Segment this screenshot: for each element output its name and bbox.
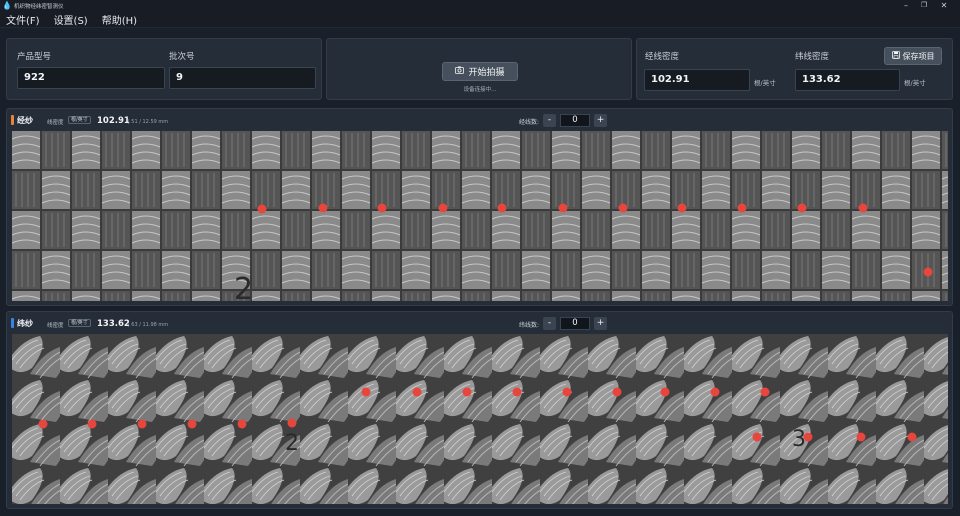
close-icon[interactable]: ✕: [934, 0, 954, 11]
warp-marker-8[interactable]: [677, 203, 687, 213]
restore-icon[interactable]: ❐: [914, 0, 934, 11]
warp-marker-6[interactable]: [558, 203, 568, 213]
start-capture-label: 开始拍摄: [468, 68, 505, 78]
weft-marker-4[interactable]: [187, 419, 197, 429]
weft-marker-3[interactable]: [137, 419, 147, 429]
warp-fabric-image[interactable]: 2: [12, 131, 948, 301]
weft-accent-bar: [11, 318, 14, 328]
warp-marker-5[interactable]: [497, 203, 507, 213]
start-capture-button[interactable]: 开始拍摄: [442, 62, 518, 81]
save-project-button[interactable]: 保存项目: [884, 47, 942, 65]
warp-count-input[interactable]: 0: [560, 114, 590, 127]
menu-bar: 文件(F) 设置(S) 帮助(H): [0, 11, 960, 28]
weft-density-caption: 线密度: [47, 323, 64, 329]
model-label: 产品型号: [17, 52, 52, 62]
batch-label: 批次号: [169, 52, 195, 62]
weft-marker-9[interactable]: [462, 387, 472, 397]
warp-marker-2[interactable]: [318, 203, 328, 213]
warp-panel-title: 经纱: [17, 116, 33, 125]
weft-panel-title: 纬纱: [17, 319, 33, 328]
weft-unit-badge: 根/英寸: [68, 319, 91, 327]
warp-marker-1[interactable]: [257, 204, 267, 214]
warp-marker-11[interactable]: [858, 203, 868, 213]
warp-density-caption: 线密度: [47, 120, 64, 126]
menu-file[interactable]: 文件(F): [6, 12, 40, 27]
warp-marker-4[interactable]: [438, 203, 448, 213]
weft-density-field: 133.62: [795, 69, 900, 91]
menu-settings[interactable]: 设置(S): [54, 12, 88, 27]
save-project-label: 保存项目: [902, 51, 935, 61]
warp-marker-3[interactable]: [377, 203, 387, 213]
warp-density-field: 102.91: [644, 69, 750, 91]
weft-marker-2[interactable]: [87, 419, 97, 429]
weft-count-decrement[interactable]: -: [543, 317, 556, 330]
warp-density-value: 102.91: [97, 116, 130, 126]
weft-marker-11[interactable]: [562, 387, 572, 397]
warp-marker-9[interactable]: [737, 203, 747, 213]
app-title: 机织物经纬密智测仪: [14, 3, 64, 10]
warp-annotation-label: 2: [234, 272, 253, 301]
weft-marker-6[interactable]: [287, 418, 297, 428]
weft-marker-13[interactable]: [660, 387, 670, 397]
weft-annotation-label-a: 2: [285, 431, 299, 456]
warp-density-unit: 根/英寸: [754, 79, 776, 87]
weft-marker-12[interactable]: [612, 387, 622, 397]
save-icon: [891, 51, 900, 61]
weft-fabric-image[interactable]: 2 3: [12, 334, 948, 504]
batch-input[interactable]: 9: [169, 67, 316, 89]
weft-marker-8[interactable]: [412, 387, 422, 397]
weft-marker-16[interactable]: [752, 432, 762, 442]
weft-marker-7[interactable]: [361, 387, 371, 397]
title-bar: 💧 机织物经纬密智测仪 – ❐ ✕: [0, 0, 960, 11]
warp-density-detail: | 51 / 12.59 mm: [128, 119, 169, 125]
weft-density-label: 纬线密度: [795, 52, 830, 62]
minimize-icon[interactable]: –: [896, 0, 916, 11]
weft-density-detail: | 63 / 11.98 mm: [128, 322, 169, 328]
warp-marker-13[interactable]: [923, 267, 933, 277]
warp-count-decrement[interactable]: -: [543, 114, 556, 127]
weft-marker-19[interactable]: [907, 432, 917, 442]
weft-density-unit: 根/英寸: [904, 79, 926, 87]
weft-annotation-label-b: 3: [792, 427, 806, 452]
warp-accent-bar: [11, 115, 14, 125]
weft-density-value: 133.62: [97, 319, 130, 329]
warp-unit-badge: 根/英寸: [68, 116, 91, 124]
warp-density-label: 经线密度: [645, 52, 680, 62]
weft-marker-1[interactable]: [38, 419, 48, 429]
warp-marker-10[interactable]: [797, 203, 807, 213]
menu-help[interactable]: 帮助(H): [102, 12, 137, 27]
warp-marker-7[interactable]: [618, 203, 628, 213]
weft-marker-14[interactable]: [710, 387, 720, 397]
water-drop-icon: 💧: [2, 1, 12, 10]
weft-marker-18[interactable]: [856, 432, 866, 442]
warp-count-increment[interactable]: +: [594, 114, 607, 127]
weft-count-input[interactable]: 0: [560, 317, 590, 330]
device-status: 设备连接中...: [463, 87, 497, 93]
camera-icon: [455, 66, 465, 77]
weft-count-increment[interactable]: +: [594, 317, 607, 330]
weft-marker-5[interactable]: [237, 419, 247, 429]
weft-marker-15[interactable]: [760, 387, 770, 397]
weft-count-label: 纬线数:: [519, 322, 540, 329]
warp-count-label: 经线数:: [519, 119, 540, 126]
weft-marker-10[interactable]: [512, 387, 522, 397]
model-input[interactable]: 922: [17, 67, 165, 89]
